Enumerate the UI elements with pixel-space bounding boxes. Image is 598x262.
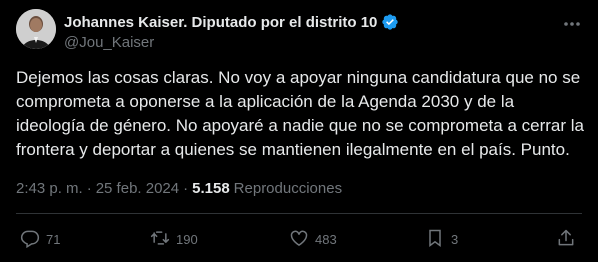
bookmark-button[interactable]: 3 [425, 228, 458, 251]
share-button[interactable] [556, 228, 576, 251]
bookmark-count: 3 [451, 232, 459, 247]
share-icon [556, 228, 576, 251]
bookmark-icon [425, 228, 445, 251]
avatar[interactable] [16, 9, 56, 49]
heart-icon [289, 228, 309, 251]
meta-separator-2: · [183, 180, 189, 197]
like-count: 483 [315, 232, 337, 247]
tweet-time[interactable]: 2:43 p. m. [16, 180, 83, 197]
retweet-count: 190 [176, 232, 198, 247]
tweet-text: Dejemos las cosas claras. No voy a apoya… [16, 68, 589, 159]
reply-icon [20, 228, 40, 251]
like-button[interactable]: 483 [289, 228, 337, 251]
author-name[interactable]: Johannes Kaiser. Diputado por el distrit… [64, 14, 377, 31]
action-bar: 71 190 483 3 [16, 228, 582, 250]
divider [16, 213, 582, 214]
tweet-date[interactable]: 25 feb. 2024 [96, 180, 179, 197]
reply-count: 71 [46, 232, 61, 247]
author-handle[interactable]: @Jou_Kaiser [64, 34, 154, 51]
views-count: 5.158 [192, 180, 230, 197]
author-name-row: Johannes Kaiser. Diputado por el distrit… [64, 13, 399, 31]
retweet-icon [150, 228, 170, 251]
reply-button[interactable]: 71 [20, 228, 60, 251]
retweet-button[interactable]: 190 [150, 228, 198, 251]
verified-badge-icon [381, 13, 399, 31]
tweet-meta: 2:43 p. m. · 25 feb. 2024 · 5.158 Reprod… [16, 180, 342, 197]
views-label: Reproducciones [233, 180, 343, 197]
meta-separator: · [86, 180, 92, 197]
more-options-icon[interactable] [562, 14, 582, 34]
